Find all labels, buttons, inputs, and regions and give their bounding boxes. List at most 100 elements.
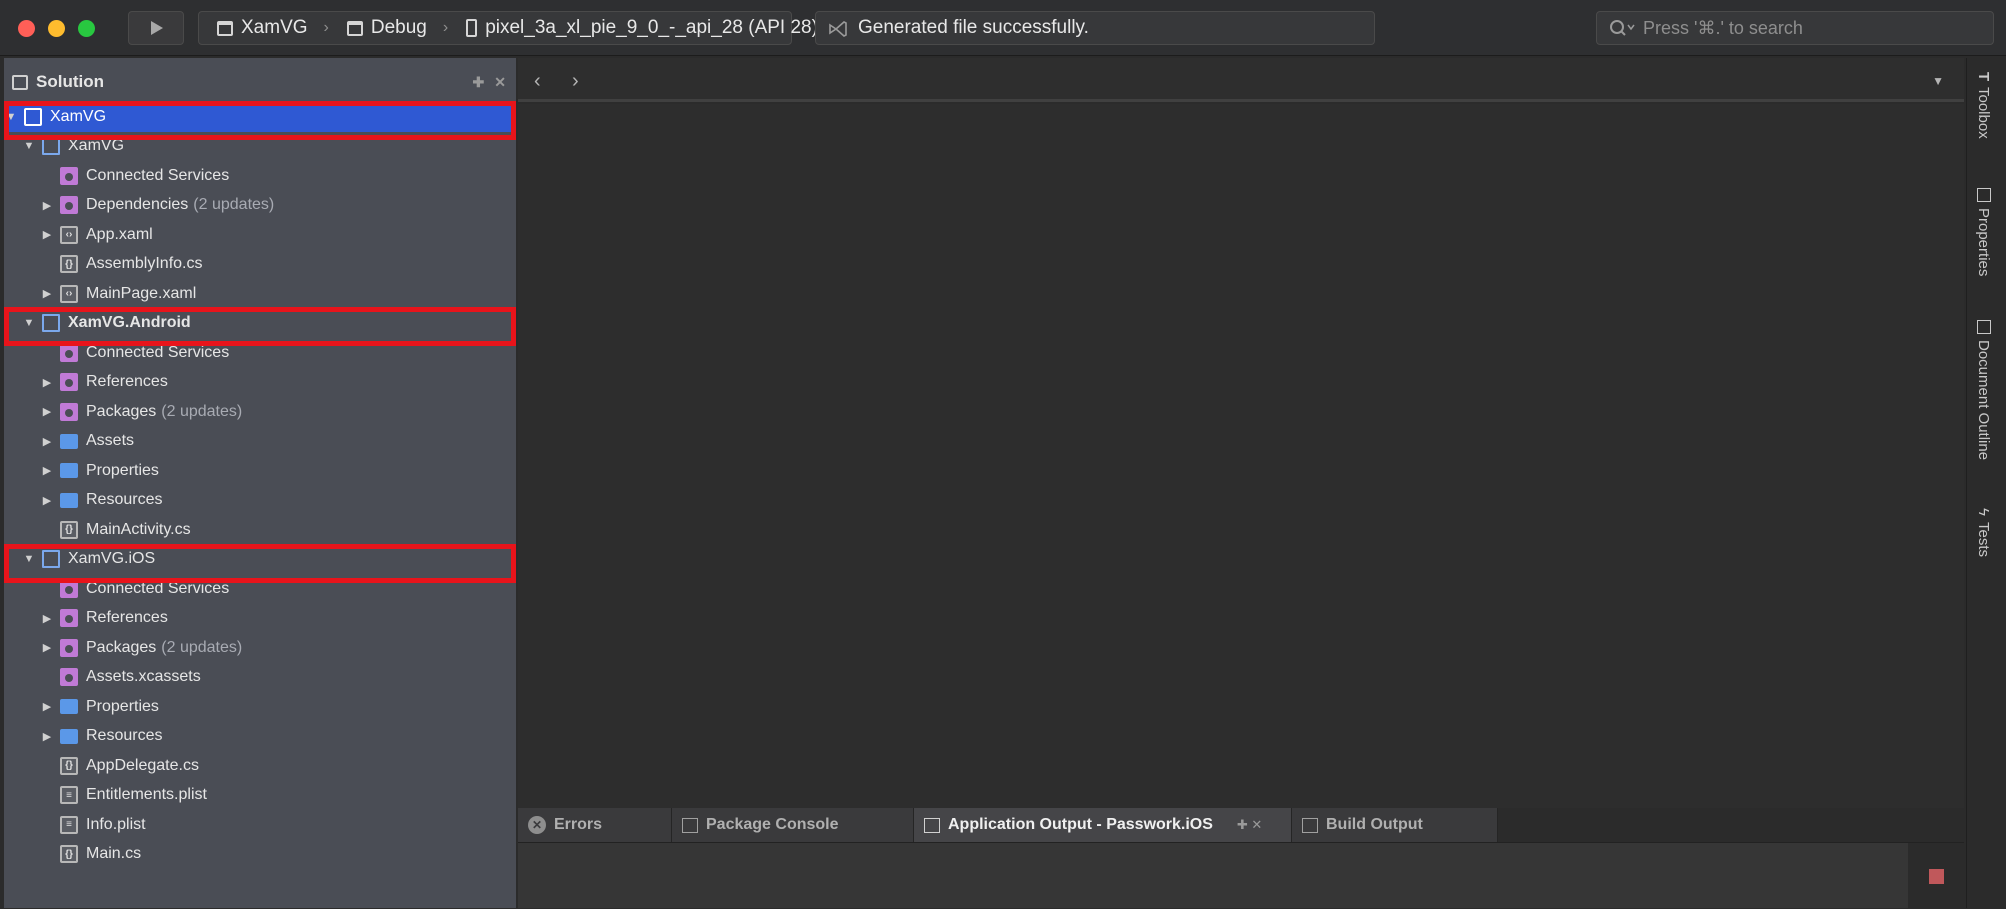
tab-toolbox[interactable]: T Toolbox xyxy=(1975,72,1992,139)
tree-item[interactable]: ▶ References xyxy=(4,604,516,634)
tree-item-project[interactable]: ▼ XamVG.iOS xyxy=(4,545,516,575)
tree-item-label: XamVG.Android xyxy=(68,314,191,332)
tree-item-project[interactable]: ▼ XamVG xyxy=(4,132,516,162)
visual-studio-icon xyxy=(829,21,847,37)
tab-tests[interactable]: ϟ Tests xyxy=(1975,508,1992,557)
tab-document-outline[interactable]: Document Outline xyxy=(1975,320,1992,460)
tab-properties[interactable]: Properties xyxy=(1975,188,1992,276)
references-icon xyxy=(60,373,78,392)
stop-button[interactable] xyxy=(1929,869,1944,884)
tree-item-label: App.xaml xyxy=(86,225,153,243)
disclosure-expanded-icon[interactable]: ▼ xyxy=(22,553,36,565)
zoom-window-button[interactable] xyxy=(78,20,95,37)
search-input[interactable]: Press '⌘.' to search xyxy=(1596,11,1994,45)
tree-item-label: AssemblyInfo.cs xyxy=(86,255,203,273)
xaml-file-icon: ‹› xyxy=(60,284,78,303)
application-output-pane[interactable] xyxy=(518,842,1964,909)
tab-toolbox-label: Toolbox xyxy=(1975,87,1992,139)
chevron-down-icon[interactable]: ▼ xyxy=(1932,74,1944,88)
disclosure-expanded-icon[interactable]: ▼ xyxy=(22,317,36,329)
tree-item[interactable]: ▶ ‹› MainPage.xaml xyxy=(4,279,516,309)
folder-icon xyxy=(60,699,78,715)
tree-item-label: Assets.xcassets xyxy=(86,668,201,686)
tree-item-solution[interactable]: ▼ XamVG xyxy=(4,102,516,132)
project-icon xyxy=(42,550,60,569)
disclosure-collapsed-icon[interactable]: ▶ xyxy=(40,228,54,241)
disclosure-collapsed-icon[interactable]: ▶ xyxy=(40,730,54,743)
tree-item-label: XamVG xyxy=(68,137,125,155)
title-bar: XamVG › Debug › pixel_3a_xl_pie_9_0_-_ap… xyxy=(0,0,2006,56)
tree-item[interactable]: ▶ References xyxy=(4,368,516,398)
solution-pad-icon xyxy=(12,74,28,90)
tree-item[interactable]: ▶ Resources xyxy=(4,722,516,752)
tree-item[interactable]: Connected Services xyxy=(4,161,516,191)
tab-package-console[interactable]: Package Console xyxy=(672,808,914,842)
disclosure-collapsed-icon[interactable]: ▶ xyxy=(40,376,54,389)
breadcrumb-device[interactable]: pixel_3a_xl_pie_9_0_-_api_28 (API 28) xyxy=(448,17,818,39)
editor-area[interactable] xyxy=(518,104,1964,808)
tree-item-label: Packages xyxy=(86,402,157,420)
disclosure-collapsed-icon[interactable]: ▶ xyxy=(40,641,54,654)
close-window-button[interactable] xyxy=(18,20,35,37)
disclosure-collapsed-icon[interactable]: ▶ xyxy=(40,405,54,418)
tree-item[interactable]: Connected Services xyxy=(4,338,516,368)
output-toolbar xyxy=(1908,843,1964,909)
pin-icon[interactable]: ✚ ✕ xyxy=(1237,817,1262,833)
tab-package-console-label: Package Console xyxy=(706,816,839,833)
tree-item[interactable]: {} MainActivity.cs xyxy=(4,515,516,545)
tree-item[interactable]: ▶ Packages (2 updates) xyxy=(4,397,516,427)
disclosure-collapsed-icon[interactable]: ▶ xyxy=(40,494,54,507)
plist-file-icon: ≡ xyxy=(60,786,78,805)
minimize-window-button[interactable] xyxy=(48,20,65,37)
tree-item[interactable]: Assets.xcassets xyxy=(4,663,516,693)
tree-item[interactable]: ▶ ‹› App.xaml xyxy=(4,220,516,250)
cs-file-icon: {} xyxy=(60,756,78,775)
packages-icon xyxy=(60,638,78,657)
tree-item-project[interactable]: ▼ XamVG.Android xyxy=(4,309,516,339)
bottom-pad-tabs: ✕ Errors Package Console Application Out… xyxy=(518,808,1964,842)
breadcrumb-configuration-label: Debug xyxy=(370,17,427,38)
window-icon xyxy=(346,20,363,36)
tree-item[interactable]: Connected Services xyxy=(4,574,516,604)
disclosure-collapsed-icon[interactable]: ▶ xyxy=(40,435,54,448)
disclosure-collapsed-icon[interactable]: ▶ xyxy=(40,700,54,713)
pin-icon[interactable]: ✚ xyxy=(473,74,485,91)
references-icon xyxy=(60,609,78,628)
tree-item[interactable]: ▶ Dependencies (2 updates) xyxy=(4,191,516,221)
project-icon xyxy=(42,137,60,156)
disclosure-collapsed-icon[interactable]: ▶ xyxy=(40,287,54,300)
breadcrumb-configuration[interactable]: Debug › xyxy=(329,17,448,39)
tree-item[interactable]: {} AssemblyInfo.cs xyxy=(4,250,516,280)
tab-build-output[interactable]: Build Output xyxy=(1292,808,1498,842)
search-placeholder: Press '⌘.' to search xyxy=(1643,17,1803,38)
tree-item[interactable]: ▶ Properties xyxy=(4,456,516,486)
tree-item[interactable]: {} Main.cs xyxy=(4,840,516,870)
plist-file-icon: ≡ xyxy=(60,815,78,834)
lightning-icon: ϟ xyxy=(1975,508,1992,516)
tab-build-output-label: Build Output xyxy=(1326,816,1423,833)
tree-item[interactable]: ▶ Resources xyxy=(4,486,516,516)
tab-application-output[interactable]: Application Output - Passwork.iOS ✚ ✕ xyxy=(914,808,1292,842)
tab-errors[interactable]: ✕ Errors xyxy=(518,808,672,842)
window-icon xyxy=(217,20,233,36)
disclosure-expanded-icon[interactable]: ▼ xyxy=(4,111,18,123)
disclosure-expanded-icon[interactable]: ▼ xyxy=(22,140,36,152)
disclosure-collapsed-icon[interactable]: ▶ xyxy=(40,612,54,625)
breadcrumb-project[interactable]: XamVG › xyxy=(199,17,329,39)
run-button[interactable] xyxy=(128,11,184,45)
properties-icon xyxy=(1976,188,1991,202)
close-icon[interactable]: ✕ xyxy=(494,74,506,91)
back-arrow-icon[interactable]: ‹ xyxy=(534,70,541,93)
tree-item[interactable]: {} AppDelegate.cs xyxy=(4,751,516,781)
status-text: Generated file successfully. xyxy=(858,17,1089,38)
tree-item[interactable]: ≡ Entitlements.plist xyxy=(4,781,516,811)
disclosure-collapsed-icon[interactable]: ▶ xyxy=(40,199,54,212)
solution-tree: ▼ XamVG ▼ XamVG Connected Services ▶ Dependenc… xyxy=(4,102,516,869)
tree-item[interactable]: ▶ Properties xyxy=(4,692,516,722)
forward-arrow-icon[interactable]: › xyxy=(572,70,579,93)
tree-item[interactable]: ≡ Info.plist xyxy=(4,810,516,840)
tree-item[interactable]: ▶ Packages (2 updates) xyxy=(4,633,516,663)
tab-errors-label: Errors xyxy=(554,816,603,833)
tree-item[interactable]: ▶ Assets xyxy=(4,427,516,457)
disclosure-collapsed-icon[interactable]: ▶ xyxy=(40,464,54,477)
